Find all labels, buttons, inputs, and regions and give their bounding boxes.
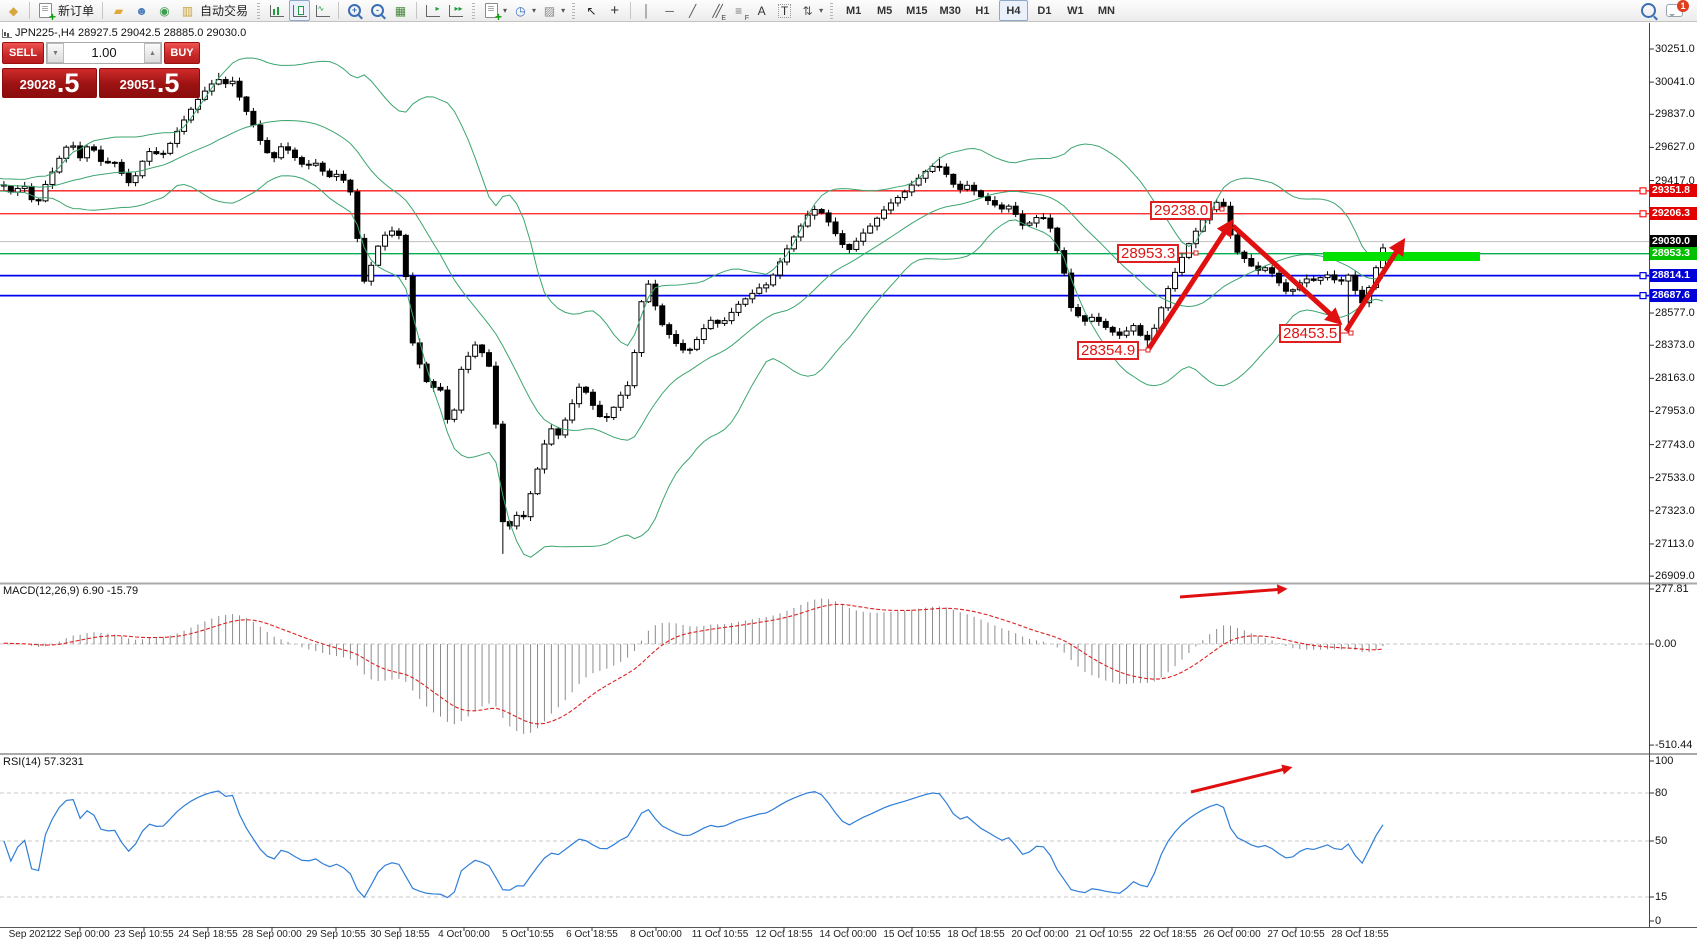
- mt4-window: ◆新订单▰☻◉▥自动交易∿+-▦▸▸▸▾◷▾▨▾↖+│─╱╱╱E≡FAT⇅▾M1…: [0, 0, 1697, 940]
- price-annotation: 29238.0: [1150, 201, 1212, 220]
- search-icon[interactable]: [1641, 3, 1656, 18]
- toolbar-grip[interactable]: [830, 3, 833, 19]
- macd-panel: [0, 589, 1649, 734]
- symbol-ohlc-line: JPN225-,H4 28927.5 29042.5 28885.0 29030…: [15, 27, 246, 39]
- price-tag: 29351.8: [1650, 184, 1697, 197]
- timeframe-w1[interactable]: W1: [1061, 0, 1090, 21]
- trend-arrows: [1148, 224, 1402, 350]
- toolbar-grip[interactable]: [257, 3, 260, 19]
- price-tag: 29206.3: [1650, 207, 1697, 220]
- volume-up-button[interactable]: ▲: [144, 43, 161, 63]
- panel-separator[interactable]: [0, 753, 1697, 755]
- auto-scroll-icon[interactable]: ▸: [422, 0, 443, 21]
- timeframe-h1[interactable]: H1: [968, 0, 997, 21]
- price-annotation: 28953.3: [1117, 244, 1179, 263]
- buy-price-button[interactable]: 29051 .5: [99, 68, 200, 98]
- timeframe-mn[interactable]: MN: [1092, 0, 1121, 21]
- dropdown-caret-icon[interactable]: ▾: [503, 6, 507, 15]
- green-highlight-bar: [1323, 252, 1480, 261]
- timeframe-d1[interactable]: D1: [1030, 0, 1059, 21]
- price-annotation: 28354.9: [1077, 341, 1139, 360]
- dropdown-caret-icon[interactable]: ▾: [819, 6, 823, 15]
- main-chart-panel: [0, 58, 1649, 557]
- price-tag: 28953.3: [1650, 247, 1697, 260]
- level-drag-handle[interactable]: [1640, 293, 1646, 299]
- timeframe-h4[interactable]: H4: [999, 0, 1028, 21]
- tile-windows-icon[interactable]: ▦: [390, 0, 411, 21]
- level-drag-handle[interactable]: [1640, 273, 1646, 279]
- toolbar-grip[interactable]: [572, 3, 575, 19]
- channel-icon[interactable]: ╱╱E: [705, 0, 726, 21]
- clipped-edge-icon: ◆: [3, 0, 24, 21]
- rsi-label: RSI(14) 57.3231: [3, 756, 84, 768]
- chart-shift-icon[interactable]: ▸▸: [445, 0, 466, 21]
- candlestick-mode-icon[interactable]: [289, 0, 310, 21]
- price-tag: 28687.6: [1650, 289, 1697, 302]
- toolbar-separator: [630, 2, 631, 19]
- text-icon[interactable]: A: [751, 0, 772, 21]
- zoom-out-icon[interactable]: -: [367, 0, 388, 21]
- toolbar: ◆新订单▰☻◉▥自动交易∿+-▦▸▸▸▾◷▾▨▾↖+│─╱╱╱E≡FAT⇅▾M1…: [0, 0, 1697, 22]
- new-order-label[interactable]: 新订单: [58, 2, 94, 19]
- level-drag-handle[interactable]: [1640, 211, 1646, 217]
- toolbar-right: 1: [1641, 3, 1697, 18]
- vertical-line-icon[interactable]: │: [636, 0, 657, 21]
- new-order-icon[interactable]: [35, 0, 56, 21]
- indicators-icon[interactable]: ▨: [539, 0, 560, 21]
- panel-separator[interactable]: [0, 583, 1697, 585]
- timeframe-m1[interactable]: M1: [839, 0, 868, 21]
- buy-button[interactable]: BUY: [164, 42, 200, 64]
- toolbar-separator: [338, 2, 339, 19]
- buy-price-main: 29051: [120, 73, 156, 97]
- volume-down-button[interactable]: ▼: [47, 43, 64, 63]
- autotrade-icon[interactable]: ▥: [177, 0, 198, 21]
- notification-badge: 1: [1677, 0, 1689, 12]
- toolbar-grip[interactable]: [472, 3, 475, 19]
- price-tag: 29030.0: [1650, 235, 1697, 248]
- fibonacci-icon[interactable]: ≡F: [728, 0, 749, 21]
- zoom-in-icon[interactable]: +: [344, 0, 365, 21]
- sell-price-button[interactable]: 29028 .5: [2, 68, 97, 98]
- sell-price-main: 29028: [20, 73, 56, 97]
- timeframe-m30[interactable]: M30: [935, 0, 966, 21]
- timeframe-group: M1M5M15M30H1H4D1W1MN: [838, 0, 1122, 21]
- crosshair-icon[interactable]: +: [604, 0, 625, 21]
- notifications-icon[interactable]: 1: [1666, 4, 1683, 17]
- rsi-panel: [0, 768, 1649, 898]
- horizontal-line-icon[interactable]: ─: [659, 0, 680, 21]
- signals-icon[interactable]: ◉: [154, 0, 175, 21]
- price-tag: 28814.1: [1650, 269, 1697, 282]
- dropdown-caret-icon[interactable]: ▾: [532, 6, 536, 15]
- toolbar-separator: [416, 2, 417, 19]
- chart-canvas: [0, 0, 1697, 940]
- sell-price-pip: .5: [57, 70, 80, 97]
- arrows-tool-icon[interactable]: ⇅: [797, 0, 818, 21]
- cursor-icon[interactable]: ↖: [581, 0, 602, 21]
- profiles-icon[interactable]: ◷: [510, 0, 531, 21]
- new-chart-icon[interactable]: [481, 0, 502, 21]
- macd-trend-arrow: [1180, 589, 1284, 597]
- autotrade-label[interactable]: 自动交易: [200, 2, 248, 19]
- one-click-trading-widget: SELL ▼ 1.00 ▲ BUY 29028 .5 29051 .5: [2, 42, 200, 98]
- rsi-trend-arrow: [1191, 768, 1289, 792]
- toolbar-separator: [102, 2, 103, 19]
- bar-chart-mode-icon[interactable]: [266, 0, 287, 21]
- line-chart-mode-icon[interactable]: ∿: [312, 0, 333, 21]
- price-annotation: 28453.5: [1279, 324, 1341, 343]
- timeframe-m5[interactable]: M5: [870, 0, 899, 21]
- dropdown-caret-icon[interactable]: ▾: [561, 6, 565, 15]
- symbol-chart-icon: [2, 29, 12, 38]
- community-icon[interactable]: ☻: [131, 0, 152, 21]
- toolbar-separator: [29, 2, 30, 19]
- text-label-icon[interactable]: T: [774, 0, 795, 21]
- trendline-icon[interactable]: ╱: [682, 0, 703, 21]
- volume-control: ▼ 1.00 ▲: [46, 42, 162, 64]
- timeframe-m15[interactable]: M15: [901, 0, 932, 21]
- gold-icon[interactable]: ▰: [108, 0, 129, 21]
- level-drag-handle[interactable]: [1640, 188, 1646, 194]
- macd-label: MACD(12,26,9) 6.90 -15.79: [3, 585, 138, 597]
- buy-price-pip: .5: [157, 70, 180, 97]
- volume-value[interactable]: 1.00: [64, 43, 144, 63]
- sell-button[interactable]: SELL: [2, 42, 44, 64]
